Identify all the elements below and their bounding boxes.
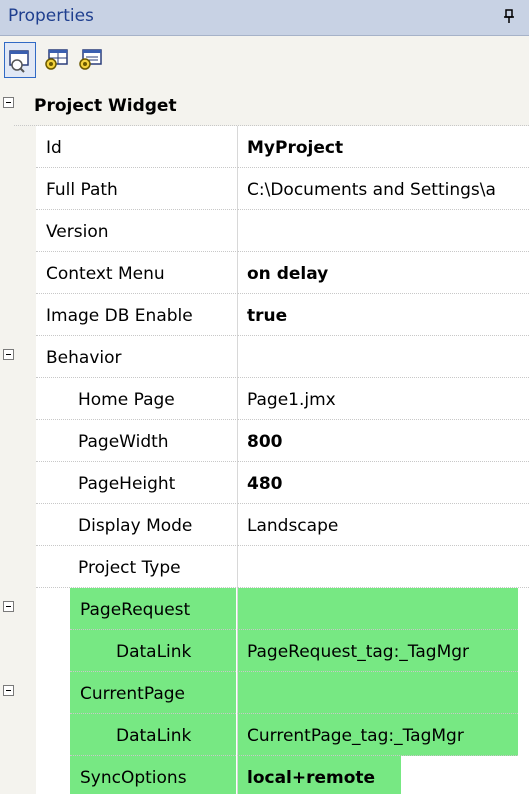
section-behavior[interactable]: Behavior [0, 336, 529, 378]
properties-title-bar: Properties [0, 0, 529, 36]
collapse-icon[interactable] [3, 601, 14, 612]
property-value[interactable]: 480 [247, 474, 283, 494]
property-row-sync-options[interactable]: SyncOptions local+remote [0, 756, 529, 794]
property-name: CurrentPage [80, 684, 186, 704]
property-row-version[interactable]: Version [0, 210, 529, 252]
property-value[interactable]: Landscape [247, 516, 338, 536]
property-name: Context Menu [46, 264, 165, 284]
property-name: PageWidth [78, 432, 169, 452]
property-row-page-request-datalink[interactable]: DataLink PageRequest_tag:_TagMgr [0, 630, 529, 672]
properties-view-icon [9, 50, 29, 73]
property-row-current-page-datalink[interactable]: DataLink CurrentPage_tag:_TagMgr [0, 714, 529, 756]
events-icon [45, 49, 68, 70]
property-name: PageHeight [78, 474, 176, 494]
property-row-project-type[interactable]: Project Type [0, 546, 529, 588]
property-row-page-request[interactable]: PageRequest [0, 588, 529, 630]
property-row-id[interactable]: Id MyProject [0, 126, 529, 168]
property-grid: Project Widget Id MyProject Full Path C:… [0, 84, 529, 794]
property-value[interactable]: local+remote [247, 768, 375, 788]
property-name: Version [46, 222, 109, 242]
property-value[interactable]: C:\Documents and Settings\a [247, 180, 496, 200]
property-name: PageRequest [80, 600, 191, 620]
property-row-page-height[interactable]: PageHeight 480 [0, 462, 529, 504]
section-label: Project Widget [34, 96, 177, 116]
events-button[interactable] [40, 42, 72, 78]
property-name: DataLink [116, 642, 192, 662]
property-row-context-menu[interactable]: Context Menu on delay [0, 252, 529, 294]
property-value[interactable]: MyProject [247, 138, 343, 158]
property-row-image-db-enable[interactable]: Image DB Enable true [0, 294, 529, 336]
pin-icon[interactable] [501, 4, 519, 28]
categorized-view-icon [79, 49, 102, 70]
property-value[interactable]: 800 [247, 432, 283, 452]
property-name: Project Type [78, 558, 181, 578]
collapse-icon[interactable] [3, 97, 14, 108]
property-name: DataLink [116, 726, 192, 746]
property-name: Display Mode [78, 516, 193, 536]
panel-title: Properties [8, 6, 94, 26]
property-value[interactable]: on delay [247, 264, 328, 284]
property-row-page-width[interactable]: PageWidth 800 [0, 420, 529, 462]
property-value[interactable]: true [247, 306, 287, 326]
property-name: Image DB Enable [46, 306, 193, 326]
property-name: Home Page [78, 390, 175, 410]
section-label: Behavior [46, 348, 122, 368]
property-row-home-page[interactable]: Home Page Page1.jmx [0, 378, 529, 420]
property-row-full-path[interactable]: Full Path C:\Documents and Settings\a [0, 168, 529, 210]
property-row-current-page[interactable]: CurrentPage [0, 672, 529, 714]
property-value[interactable]: PageRequest_tag:_TagMgr [247, 642, 469, 662]
property-value[interactable]: CurrentPage_tag:_TagMgr [247, 726, 464, 746]
property-name: Id [46, 138, 62, 158]
property-name: Full Path [46, 180, 118, 200]
properties-toolbar [0, 36, 529, 84]
section-project-widget[interactable]: Project Widget [0, 84, 529, 126]
collapse-icon[interactable] [3, 685, 14, 696]
properties-view-button[interactable] [4, 42, 36, 78]
property-name: SyncOptions [80, 768, 187, 788]
property-row-display-mode[interactable]: Display Mode Landscape [0, 504, 529, 546]
categorized-view-button[interactable] [74, 42, 106, 78]
collapse-icon[interactable] [3, 349, 14, 360]
property-value[interactable]: Page1.jmx [247, 390, 336, 410]
